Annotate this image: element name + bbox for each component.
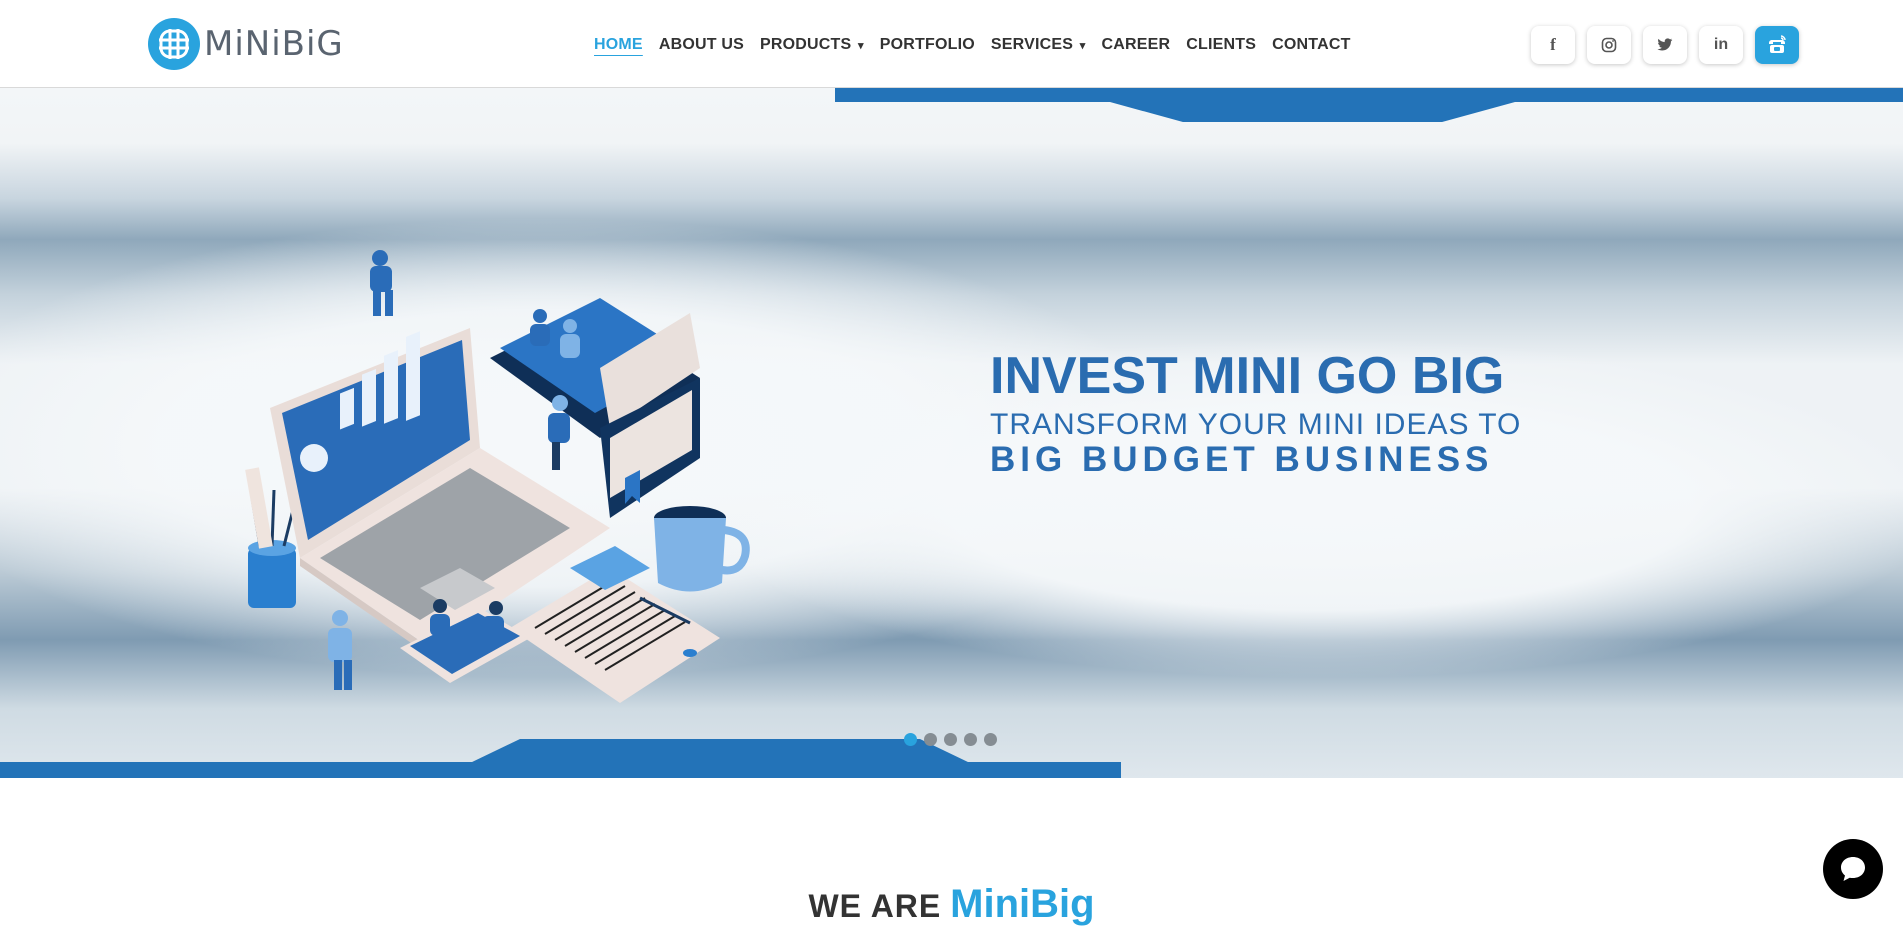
section-title-brand: MiniBig (950, 882, 1095, 926)
slider-pagination (904, 733, 997, 746)
nav-services[interactable]: SERVICES ▾ (983, 32, 1094, 58)
globe-logo-icon (148, 18, 200, 70)
slider-dot-5[interactable] (984, 733, 997, 746)
facebook-icon: f (1550, 35, 1556, 54)
hero-headline: INVEST MINI GO BIG (990, 347, 1505, 405)
twitter-button[interactable] (1643, 26, 1687, 64)
caret-down-icon: ▾ (858, 40, 864, 52)
phone-button[interactable] (1755, 26, 1799, 64)
instagram-icon (1601, 37, 1617, 53)
hero-subline: TRANSFORM YOUR MINI IDEAS TO (990, 408, 1522, 441)
decor-band-bottom-notch (470, 739, 970, 763)
main-nav: HOME ABOUT US PRODUCTS ▾ PORTFOLIO SERVI… (586, 32, 1359, 58)
social-links: f in (1531, 26, 1799, 64)
linkedin-button[interactable]: in (1699, 26, 1743, 64)
nav-home[interactable]: HOME (586, 32, 651, 58)
facebook-button[interactable]: f (1531, 26, 1575, 64)
logo[interactable]: MiNiBiG (148, 18, 344, 70)
linkedin-icon: in (1713, 36, 1729, 53)
laptop-illustration (245, 250, 750, 703)
slider-dot-1[interactable] (904, 733, 917, 746)
hero-headline-block: INVEST MINI GO BIG TRANSFORM YOUR MINI I… (990, 346, 1710, 480)
nav-career[interactable]: CAREER (1094, 32, 1179, 58)
section-title: WE ARE MiniBig (0, 882, 1903, 927)
site-header: MiNiBiG HOME ABOUT US PRODUCTS ▾ PORTFOL… (0, 0, 1903, 88)
slider-dot-3[interactable] (944, 733, 957, 746)
nav-products[interactable]: PRODUCTS ▾ (752, 32, 872, 58)
caret-down-icon: ▾ (1079, 40, 1086, 52)
nav-services-label: SERVICES (990, 36, 1074, 53)
phone-icon (1769, 35, 1786, 53)
section-title-prefix: WE ARE (808, 888, 942, 924)
decor-band-top (835, 88, 1903, 102)
hero-slider: INVEST MINI GO BIG TRANSFORM YOUR MINI I… (0, 88, 1903, 778)
nav-contact[interactable]: CONTACT (1264, 32, 1358, 58)
nav-portfolio[interactable]: PORTFOLIO (872, 32, 983, 58)
slider-dot-2[interactable] (924, 733, 937, 746)
nav-clients[interactable]: CLIENTS (1178, 32, 1264, 58)
decor-band-top-notch (1110, 102, 1515, 122)
nav-products-label: PRODUCTS (759, 36, 852, 53)
decor-band-bottom (0, 762, 1121, 778)
chat-widget-button[interactable] (1823, 839, 1883, 899)
slider-dot-4[interactable] (964, 733, 977, 746)
chat-bubble-icon (1841, 857, 1865, 881)
logo-text: MiNiBiG (204, 24, 344, 64)
instagram-button[interactable] (1587, 26, 1631, 64)
twitter-icon (1657, 38, 1673, 51)
nav-about-us[interactable]: ABOUT US (651, 32, 752, 58)
hero-tagline: BIG BUDGET BUSINESS (990, 440, 1494, 479)
